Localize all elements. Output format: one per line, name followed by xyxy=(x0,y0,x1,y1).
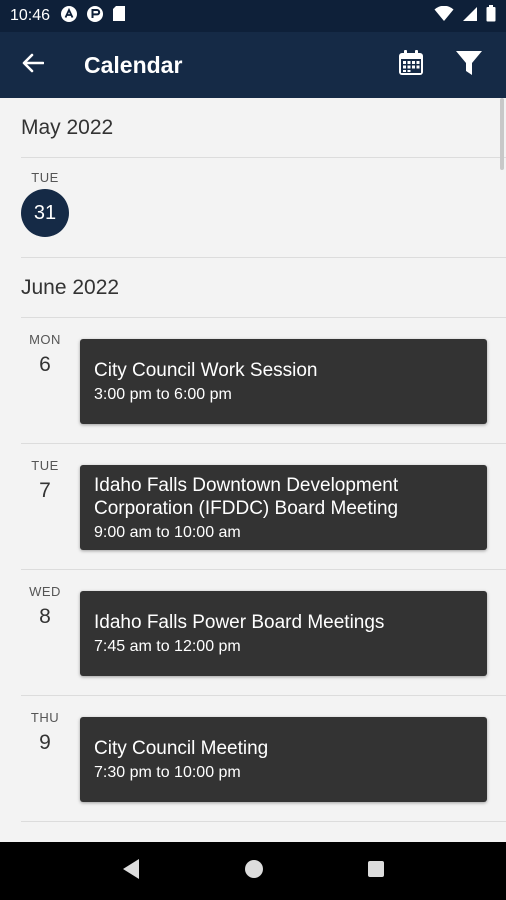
day-of-week: TUE xyxy=(31,170,59,185)
day-row: WED 8 Idaho Falls Power Board Meetings 7… xyxy=(21,570,506,696)
day-row: TUE 31 xyxy=(21,158,506,258)
day-of-month: 9 xyxy=(39,731,51,754)
month-header: May 2022 xyxy=(21,98,506,158)
calendar-icon xyxy=(397,49,425,82)
day-column: WED 8 xyxy=(21,570,69,695)
day-of-month: 7 xyxy=(39,479,51,502)
app-notification-icon-2 xyxy=(86,5,104,28)
day-row xyxy=(21,822,506,842)
calendar-list[interactable]: May 2022 TUE 31 June 2022 MON 6 City Cou… xyxy=(0,98,506,842)
day-of-week: WED xyxy=(29,584,61,599)
system-nav-bar xyxy=(0,842,506,900)
day-column: THU 9 xyxy=(21,696,69,821)
event-title: Idaho Falls Power Board Meetings xyxy=(94,612,385,633)
event-time: 7:30 pm to 10:00 pm xyxy=(94,764,241,781)
event-card[interactable]: City Council Work Session 3:00 pm to 6:0… xyxy=(80,339,487,424)
event-card[interactable]: Idaho Falls Downtown Development Corpora… xyxy=(80,465,487,550)
status-bar: 10:46 xyxy=(0,0,506,32)
day-of-week: THU xyxy=(30,710,60,725)
event-title: Idaho Falls Downtown Development Corpora… xyxy=(94,474,399,519)
month-header: June 2022 xyxy=(21,258,506,318)
today-indicator[interactable]: 31 xyxy=(21,189,69,237)
arrow-left-icon xyxy=(22,53,45,78)
app-notification-icon xyxy=(60,5,78,28)
day-row: TUE 7 Idaho Falls Downtown Development C… xyxy=(21,444,506,570)
event-time: 3:00 pm to 6:00 pm xyxy=(94,386,232,403)
event-title: City Council Meeting xyxy=(94,738,269,759)
back-button[interactable] xyxy=(0,32,66,98)
nav-home-button[interactable] xyxy=(244,859,264,884)
day-of-month: 6 xyxy=(39,353,51,376)
event-time: 7:45 am to 12:00 pm xyxy=(94,638,241,655)
event-card[interactable]: Idaho Falls Power Board Meetings 7:45 am… xyxy=(80,591,487,676)
event-title: City Council Work Session xyxy=(94,360,318,381)
filter-button[interactable] xyxy=(440,32,498,98)
battery-icon xyxy=(486,5,496,27)
day-column: TUE 31 xyxy=(21,158,69,257)
nav-back-button[interactable] xyxy=(121,858,141,885)
day-of-month: 8 xyxy=(39,605,51,628)
wifi-icon xyxy=(434,5,454,27)
day-row: THU 9 City Council Meeting 7:30 pm to 10… xyxy=(21,696,506,822)
nav-recents-button[interactable] xyxy=(367,860,385,883)
day-of-week: TUE xyxy=(31,458,59,473)
app-bar: Calendar xyxy=(0,32,506,98)
calendar-view-button[interactable] xyxy=(382,32,440,98)
status-time: 10:46 xyxy=(10,7,51,24)
event-time: 9:00 am to 10:00 am xyxy=(94,523,241,541)
event-card[interactable]: City Council Meeting 7:30 pm to 10:00 pm xyxy=(80,717,487,802)
sd-card-icon xyxy=(112,5,126,27)
day-column: MON 6 xyxy=(21,318,69,443)
signal-icon xyxy=(462,6,478,27)
day-of-week: MON xyxy=(29,332,61,347)
page-title: Calendar xyxy=(84,51,183,78)
day-column: TUE 7 xyxy=(21,444,69,569)
day-row: MON 6 City Council Work Session 3:00 pm … xyxy=(21,318,506,444)
filter-icon xyxy=(455,50,483,81)
